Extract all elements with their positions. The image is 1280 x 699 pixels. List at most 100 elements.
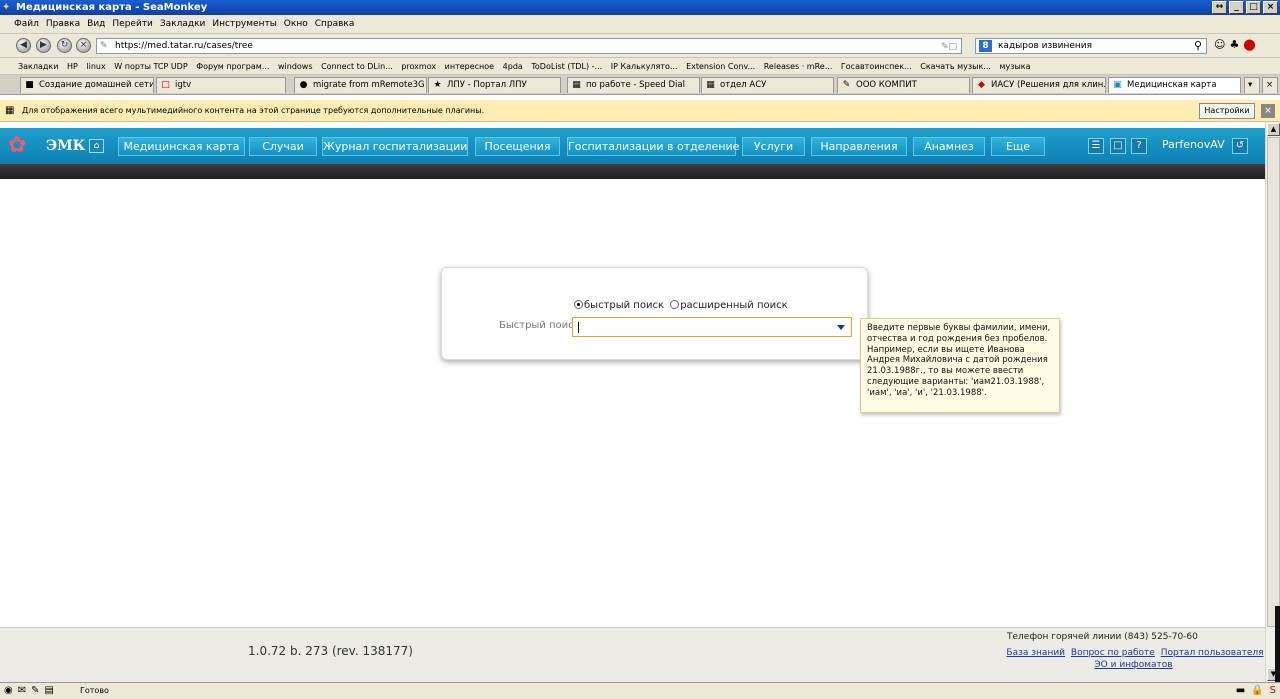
adblock-icon[interactable]: ⬤ bbox=[1243, 38, 1255, 51]
exit-icon[interactable]: ↺ bbox=[1232, 138, 1248, 154]
browser-tab[interactable]: ★ ЛПУ - Портал ЛПУ bbox=[428, 77, 561, 93]
app-subheader bbox=[0, 164, 1265, 179]
bookmark-item[interactable]: Госавтоинспек... bbox=[841, 62, 912, 71]
home-icon[interactable]: ⌂ bbox=[89, 139, 104, 153]
username[interactable]: ParfenovAV bbox=[1162, 138, 1225, 156]
address-book-icon[interactable]: ▤ bbox=[45, 685, 54, 697]
menu-file[interactable]: Файл bbox=[14, 15, 39, 33]
notification-text: Для отображения всего мультимедийного ко… bbox=[22, 106, 485, 115]
bookmark-item[interactable]: Закладки bbox=[18, 62, 58, 71]
site-icon: ✎ bbox=[100, 41, 108, 51]
bookmark-item[interactable]: Connect to DLin... bbox=[321, 62, 393, 71]
link-work-question[interactable]: Вопрос по работе bbox=[1071, 648, 1155, 658]
tab-favicon-icon: □ bbox=[161, 80, 170, 90]
title-bar: ✦ Медицинская карта - SeaMonkey ↔ _ □ × bbox=[0, 0, 1280, 15]
tab-cases[interactable]: Случаи bbox=[249, 137, 317, 156]
url-field[interactable]: ✎ https://med.tatar.ru/cases/tree ✎□ bbox=[96, 38, 962, 54]
reload-icon[interactable]: ↻ bbox=[57, 38, 72, 53]
dropdown-arrow-icon[interactable] bbox=[837, 325, 845, 330]
bookmark-item[interactable]: Скачать музык... bbox=[920, 62, 991, 71]
tab-referrals[interactable]: Направления bbox=[811, 137, 907, 156]
bookmark-item[interactable]: linux bbox=[86, 62, 105, 71]
list-icon[interactable]: ☰ bbox=[1088, 138, 1104, 154]
menu-help[interactable]: Справка bbox=[315, 15, 355, 33]
tab-hospitalization-journal[interactable]: Журнал госпитализации bbox=[322, 137, 468, 156]
browser-tab[interactable]: ▦ отдел АСУ bbox=[701, 77, 834, 93]
bookmark-item[interactable]: W порты TCP UDP bbox=[114, 62, 187, 71]
bookmark-item[interactable]: IP Калькулято... bbox=[611, 62, 678, 71]
tab-medical-card[interactable]: Медицинская карта bbox=[118, 137, 245, 156]
menu-tools[interactable]: Инструменты bbox=[212, 15, 276, 33]
browser-tab[interactable]: □ igtv bbox=[156, 77, 286, 93]
bookmark-item[interactable]: интересное bbox=[445, 62, 494, 71]
menu-view[interactable]: Вид bbox=[87, 15, 105, 33]
browser-tab[interactable]: ● migrate from mRemote3G ·... bbox=[294, 77, 427, 93]
tab-services[interactable]: Услуги bbox=[742, 137, 805, 156]
addons-icon[interactable]: ♣ bbox=[1229, 38, 1239, 51]
user-icon[interactable]: ☺ bbox=[1214, 38, 1225, 51]
seamonkey-icon: ✦ bbox=[2, 2, 11, 13]
notification-settings-button[interactable]: Настройки bbox=[1199, 103, 1255, 119]
search-engine-icon[interactable]: 8 bbox=[979, 40, 992, 52]
tab-bar: ■ Создание домашней сети... □ igtv ● migrat… bbox=[0, 75, 1280, 95]
tab-list-button[interactable]: ▾ bbox=[1244, 77, 1260, 93]
bookmark-item[interactable]: Releases · mRe... bbox=[764, 62, 833, 71]
bookmark-item[interactable]: proxmox bbox=[401, 62, 436, 71]
sync-icon[interactable]: S bbox=[1270, 684, 1276, 697]
bookmark-item[interactable]: HP bbox=[67, 62, 78, 71]
tab-visits[interactable]: Посещения bbox=[475, 137, 560, 156]
stop-icon[interactable]: × bbox=[76, 38, 91, 53]
close-tab-button[interactable]: × bbox=[1262, 77, 1278, 93]
link-knowledge-base[interactable]: База знаний bbox=[1006, 648, 1065, 658]
maximize-button[interactable]: □ bbox=[1246, 1, 1261, 14]
browser-tab[interactable]: ■ Создание домашней сети... bbox=[20, 77, 154, 93]
back-icon[interactable]: ◀ bbox=[16, 38, 31, 53]
radio-advanced-label[interactable]: расширенный поиск bbox=[680, 300, 787, 311]
bookmark-item[interactable]: Extension Conv... bbox=[686, 62, 755, 71]
emk-logo-icon: ✿ bbox=[8, 133, 27, 158]
search-field[interactable]: 8 кадыров извинения ⚲ bbox=[975, 38, 1207, 54]
menu-window[interactable]: Окно bbox=[284, 15, 308, 33]
hotline-phone: Телефон горячей линии (843) 525-70-60 bbox=[1007, 632, 1198, 642]
menu-go[interactable]: Перейти bbox=[112, 15, 153, 33]
page-scrollbar[interactable]: ▲ ▼ bbox=[1265, 122, 1280, 682]
help-icon[interactable]: ? bbox=[1131, 138, 1147, 154]
online-icon[interactable]: ▬ bbox=[1236, 684, 1245, 697]
page-footer: 1.0.72 b. 273 (rev. 138177) Телефон горя… bbox=[0, 627, 1265, 682]
scroll-up-icon[interactable]: ▲ bbox=[1267, 123, 1280, 136]
app-version: 1.0.72 b. 273 (rev. 138177) bbox=[248, 644, 413, 658]
radio-advanced-search[interactable] bbox=[670, 300, 680, 309]
browser-tab[interactable]: ▦ по работе - Speed Dial bbox=[567, 77, 700, 93]
radio-quick-search[interactable] bbox=[574, 300, 583, 309]
scroll-thumb[interactable] bbox=[1267, 137, 1280, 627]
tab-favicon-icon: ▣ bbox=[1113, 80, 1122, 90]
tab-anamnesis[interactable]: Анамнез bbox=[913, 137, 985, 156]
search-icon[interactable]: ⚲ bbox=[1194, 39, 1202, 53]
minimize-button[interactable]: _ bbox=[1229, 1, 1244, 14]
lock-icon: 🔒 bbox=[1251, 685, 1264, 696]
resize-icon[interactable]: ↔ bbox=[1212, 1, 1227, 14]
composer-icon[interactable]: ✎ bbox=[31, 685, 39, 697]
navigator-icon[interactable]: ◉ bbox=[4, 685, 13, 697]
forward-icon[interactable]: ▶ bbox=[36, 38, 51, 53]
bookmark-item[interactable]: ToDoList (TDL) -... bbox=[531, 62, 602, 71]
bookmark-item[interactable]: windows bbox=[278, 62, 313, 71]
menu-edit[interactable]: Правка bbox=[46, 15, 80, 33]
bookmark-item[interactable]: 4pda bbox=[503, 62, 523, 71]
feed-icon[interactable]: ✎□ bbox=[941, 40, 957, 54]
bookmark-item[interactable]: Форум програм... bbox=[196, 62, 269, 71]
mail-icon[interactable]: ✉ bbox=[18, 685, 26, 697]
radio-quick-label[interactable]: быстрый поиск bbox=[584, 300, 664, 311]
tab-department-hospitalization[interactable]: Госпитализации в отделение bbox=[567, 137, 739, 156]
app-header: ✿ ЭМК ⌂ Медицинская карта Случаи Журнал … bbox=[0, 128, 1265, 164]
browser-tab-active[interactable]: ▣ Медицинская карта bbox=[1108, 77, 1241, 93]
browser-tab[interactable]: ✎ ООО КОМПИТ bbox=[837, 77, 970, 93]
notification-close-icon[interactable]: × bbox=[1261, 104, 1275, 118]
tab-more[interactable]: Еще bbox=[991, 137, 1045, 156]
close-button[interactable]: × bbox=[1263, 1, 1278, 14]
bookmark-item[interactable]: музыка bbox=[999, 62, 1030, 71]
menu-bookmarks[interactable]: Закладки bbox=[160, 15, 206, 33]
document-icon[interactable]: □ bbox=[1110, 138, 1126, 154]
browser-tab[interactable]: ◆ ИАСУ (Решения для клин... bbox=[972, 77, 1106, 93]
quick-search-input[interactable] bbox=[572, 317, 852, 337]
